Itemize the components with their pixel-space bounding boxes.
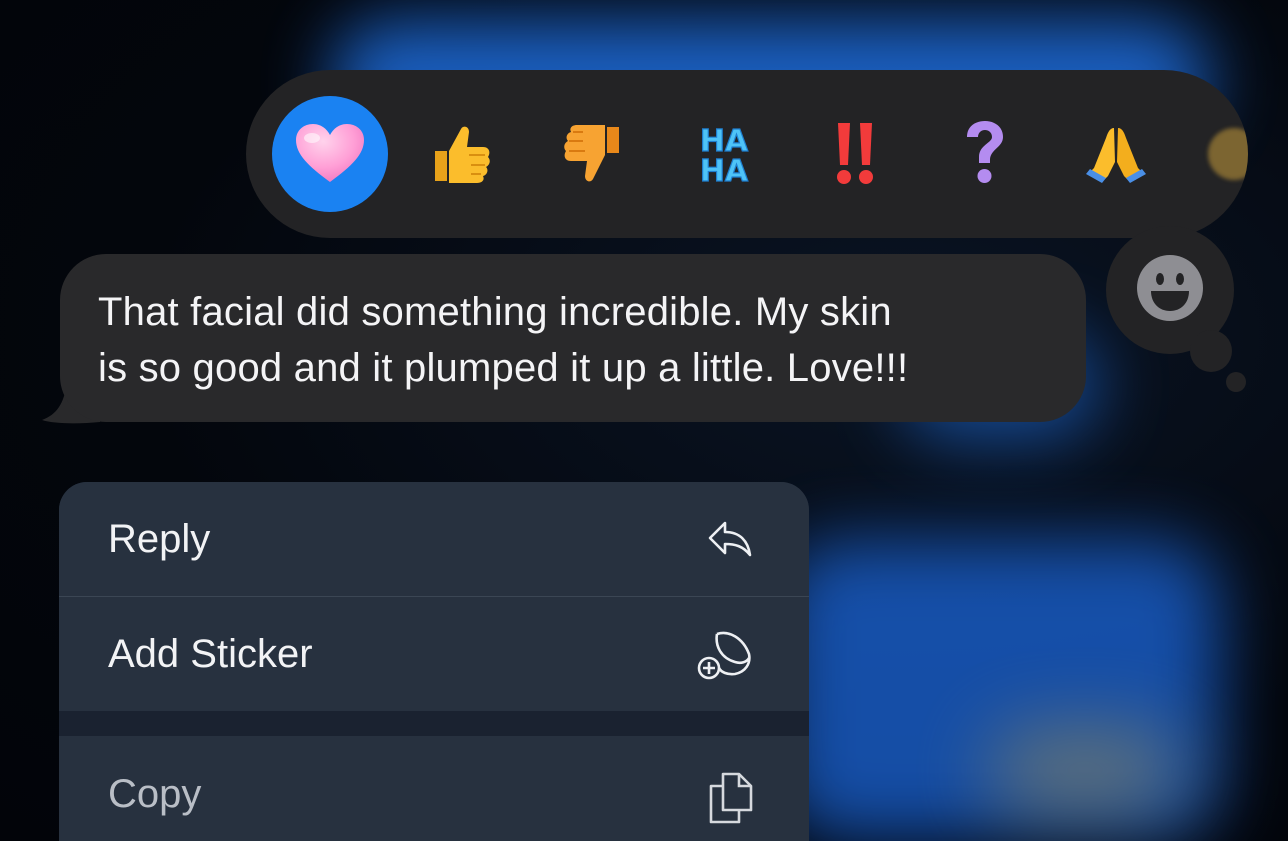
reaction-more-button[interactable] [1176,96,1248,212]
menu-item-reply[interactable]: Reply [59,482,809,596]
question-mark-icon [959,119,1009,189]
svg-text:HA: HA [700,154,749,187]
menu-section-gap [59,711,809,736]
messages-screen: HA HA That facial did something incredib… [0,0,1288,841]
reaction-question-button[interactable] [926,96,1042,212]
context-menu: Reply Add Sticker Copy [59,482,809,841]
message-text: That facial did something incredible. My… [98,284,1058,396]
message-text-line: is so good and it plumped it up a little… [98,346,909,390]
menu-item-label: Copy [108,772,202,816]
reaction-emphasis-button[interactable] [796,96,912,212]
reaction-thumbs-up-button[interactable] [402,96,518,212]
message-text-line: That facial did something incredible. My… [98,290,892,334]
double-exclamation-icon [824,119,884,189]
copy-icon [709,772,753,824]
reply-arrow-icon [707,520,753,558]
haha-icon: HA HA [688,121,760,187]
reaction-haha-button[interactable]: HA HA [666,96,782,212]
thumbs-up-icon [427,121,493,187]
menu-item-add-sticker[interactable]: Add Sticker [59,597,809,711]
reaction-heart-button[interactable] [272,96,388,212]
folded-hands-icon [1084,122,1148,186]
menu-item-label: Add Sticker [108,631,313,676]
emoji-bubble-tail-dot [1226,372,1246,392]
smiley-face-icon [1135,253,1205,328]
menu-item-copy[interactable]: Copy [59,736,809,841]
thumbs-down-icon [559,121,625,187]
pink-heart-icon [294,122,366,186]
add-sticker-icon [697,628,753,680]
emoji-bubble-tail [1190,330,1232,372]
reaction-pray-button[interactable] [1058,96,1174,212]
reaction-thumbs-down-button[interactable] [534,96,650,212]
menu-item-label: Reply [108,516,211,561]
background-bubble-blur [990,730,1180,810]
tapback-reaction-bar: HA HA [246,70,1248,238]
partial-emoji-icon [1204,124,1248,184]
